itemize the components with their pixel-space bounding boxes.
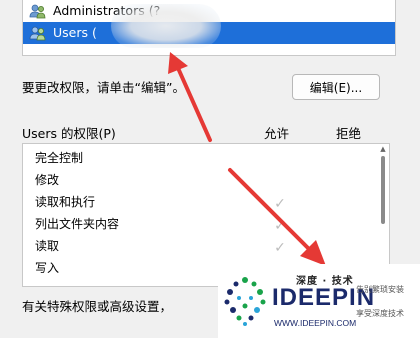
permission-row: 读取: [35, 239, 60, 253]
principal-name: Users (: [53, 25, 97, 40]
permissions-title: Users 的权限(P): [22, 126, 116, 141]
allow-column-header: 允许: [264, 126, 290, 141]
check-icon: ✓: [274, 240, 286, 256]
watermark-slogan-2: 享受深度技术: [356, 309, 404, 318]
edit-button[interactable]: 编辑(E)...: [292, 74, 380, 100]
watermark-slogan-1: 告别繁琐安装: [356, 285, 404, 294]
permission-row: 写入: [35, 261, 60, 275]
edit-instruction: 要更改权限，请单击“编辑”。: [22, 80, 185, 95]
scrollbar-thumb[interactable]: [381, 156, 385, 224]
special-permissions-text: 有关特殊权限或高级设置，: [22, 299, 173, 314]
permission-row: 修改: [35, 173, 60, 187]
watermark-url: WWW.IDEEPIN.COM: [274, 318, 357, 328]
watermark: 深度 · 技术 IDEEPIN WWW.IDEEPIN.COM 告别繁琐安装 享…: [218, 264, 420, 338]
permission-row: 列出文件夹内容: [35, 217, 120, 231]
people-icon: [29, 3, 47, 19]
scroll-up-arrow-icon[interactable]: ▲: [379, 145, 387, 153]
permissions-panel: Administrators (? Users ( 要更改权限，请单击“编辑”。…: [0, 0, 420, 338]
check-icon: ✓: [274, 196, 286, 212]
people-icon: [29, 25, 47, 41]
group-user-list[interactable]: Administrators (? Users (: [22, 0, 396, 56]
check-icon: ✓: [274, 218, 286, 234]
permission-row: 读取和执行: [35, 195, 96, 209]
permission-row: 完全控制: [35, 151, 84, 165]
deny-column-header: 拒绝: [336, 126, 362, 141]
redaction-blur: [111, 4, 221, 48]
ideepin-logo-icon: [224, 277, 266, 326]
